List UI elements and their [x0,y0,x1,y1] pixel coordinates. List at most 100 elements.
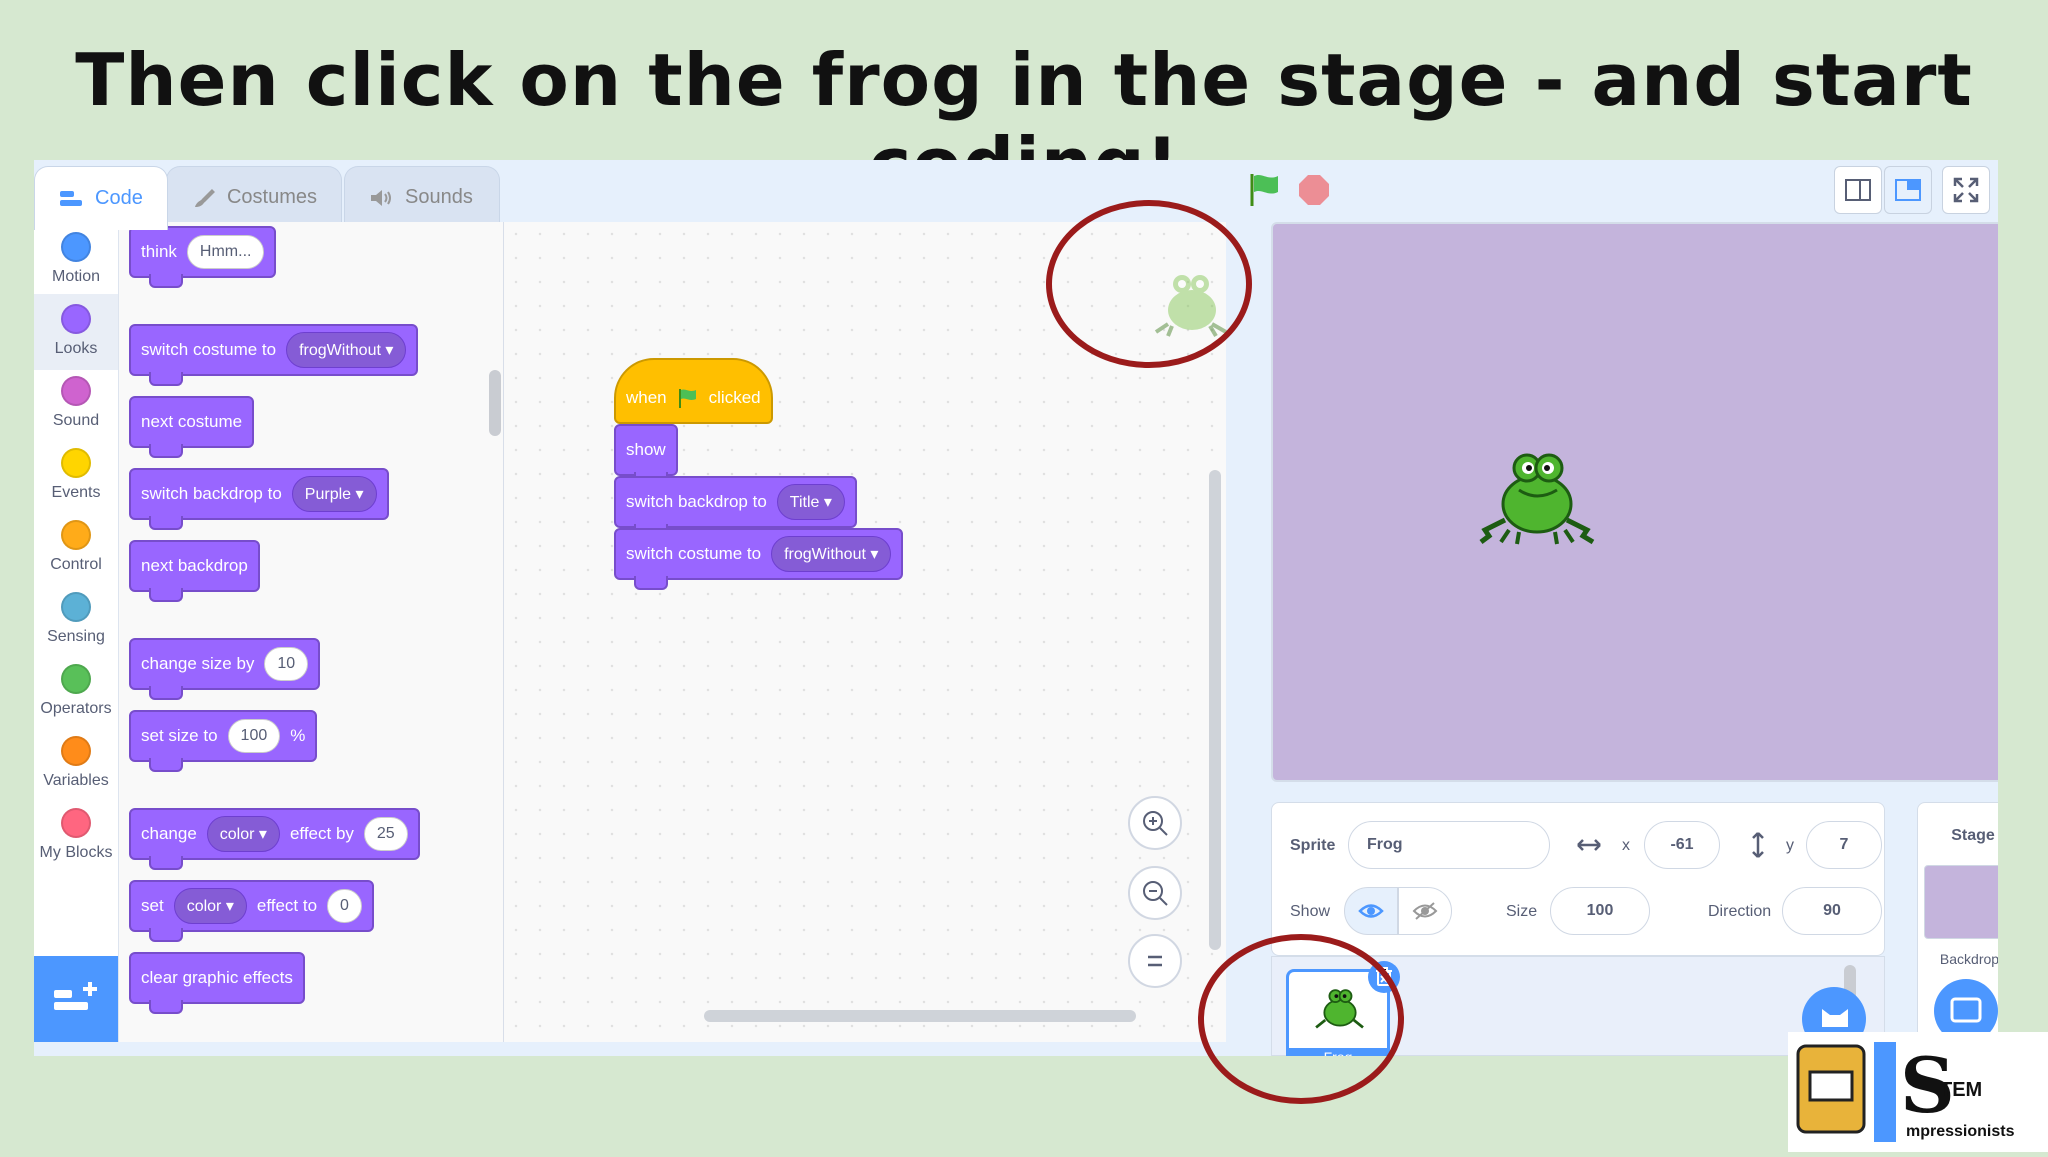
block-switch-costume[interactable]: switch costume to frogWithout [129,324,419,386]
add-extension-button[interactable] [34,956,118,1042]
eye-slash-icon [1412,902,1438,920]
variables-dot-icon [61,736,91,766]
fullscreen-button[interactable] [1942,166,1990,214]
show-visible-button[interactable] [1344,887,1398,935]
frog-sprite-watermark-icon [1154,275,1227,338]
block-set-size[interactable]: set size to 100% [129,710,318,772]
category-my-blocks[interactable]: My Blocks [34,808,118,862]
category-looks[interactable]: Looks [34,294,118,370]
backdrop-dropdown[interactable]: Title [776,484,845,520]
set-effect-input[interactable]: 0 [327,889,362,923]
sound-dot-icon [61,376,91,406]
svg-text:TEM: TEM [1940,1079,1982,1101]
tab-costumes-label: Costumes [226,186,317,208]
stage-pane[interactable]: Stage Backdrops [1917,802,1998,1056]
sprite-info-panel: Sprite Frog x -61 y 7 Show Size 100 Dire… [1271,802,1885,956]
tab-sounds-label: Sounds [405,186,473,208]
block-label: next costume [141,412,243,431]
set-size-input[interactable]: 100 [227,719,281,753]
palette-scrollbar[interactable] [489,370,501,436]
equals-icon [1148,955,1162,967]
zoom-reset-button[interactable] [1128,934,1182,988]
block-think[interactable]: think Hmm... [129,226,277,288]
tab-sounds[interactable]: Sounds [344,166,500,228]
eye-icon [1358,904,1384,918]
category-sound[interactable]: Sound [34,376,118,430]
block-label: effect to [256,896,318,915]
block-switch-backdrop[interactable]: switch backdrop to Purple [129,468,389,530]
script-vertical-scrollbar[interactable] [1209,470,1221,950]
change-effect-input[interactable]: 25 [363,817,408,851]
x-label: x [1622,837,1630,854]
block-set-effect[interactable]: set color effect to 0 [129,880,374,942]
change-size-input[interactable]: 10 [264,647,309,681]
block-show[interactable]: show [614,424,678,486]
frog-sprite[interactable] [1479,446,1595,546]
block-label: switch backdrop to [626,492,767,511]
motion-dot-icon [61,232,91,262]
backdrop-dropdown[interactable]: Purple [291,476,377,512]
category-label: Operators [40,700,112,717]
category-motion[interactable]: Motion [34,232,118,286]
percent-label: % [290,726,306,745]
block-change-effect[interactable]: change color effect by 25 [129,808,420,870]
stage[interactable] [1271,222,1998,782]
block-label: clear graphic effects [141,968,293,987]
block-next-costume[interactable]: next costume [129,396,255,458]
block-when-flag-clicked[interactable]: when clicked [614,358,773,424]
category-sensing[interactable]: Sensing [34,592,118,646]
category-label: Control [50,556,102,573]
block-label: change [141,824,197,843]
control-dot-icon [61,520,91,550]
category-label: Sound [52,412,100,429]
sprite-thumbnail-label: Frog [1289,1048,1387,1056]
normal-stage-button[interactable] [1884,166,1932,214]
direction-field[interactable]: 90 [1782,887,1882,935]
zoom-in-icon [1143,811,1168,836]
size-field[interactable]: 100 [1550,887,1650,935]
block-next-backdrop[interactable]: next backdrop [129,540,260,602]
zoom-out-icon [1143,881,1168,906]
category-label: My Blocks [39,844,113,861]
direction-label: Direction [1708,903,1772,920]
tab-code[interactable]: Code [34,166,168,230]
tab-code-label: Code [95,187,143,209]
zoom-out-button[interactable] [1128,866,1182,920]
script-horizontal-scrollbar[interactable] [704,1010,1136,1022]
green-flag-icon[interactable] [1244,170,1284,210]
category-operators[interactable]: Operators [34,664,118,718]
logo-image: S TEM mpressionists [1796,1041,2015,1142]
script-area[interactable] [504,222,1227,1042]
block-clear-graphic-effects[interactable]: clear graphic effects [129,952,305,1014]
block-switch-backdrop-script[interactable]: switch backdrop to Title [614,476,857,538]
effect-dropdown[interactable]: color [173,888,247,924]
effect-dropdown[interactable]: color [206,816,280,852]
block-label: next backdrop [141,556,248,575]
block-change-size[interactable]: change size by 10 [129,638,321,700]
size-label: Size [1506,903,1538,920]
block-switch-costume-script[interactable]: switch costume to frogWithout [614,528,904,590]
block-label: effect by [289,824,354,843]
costume-dropdown[interactable]: frogWithout [286,332,407,368]
sprite-name-field[interactable]: Frog [1348,821,1550,869]
block-label: switch costume to [141,340,277,359]
show-hidden-button[interactable] [1398,887,1452,935]
category-variables[interactable]: Variables [34,736,118,790]
category-control[interactable]: Control [34,520,118,574]
stop-sign-icon[interactable] [1294,170,1334,210]
show-label: Show [1290,903,1331,920]
zoom-in-button[interactable] [1128,796,1182,850]
tab-costumes[interactable]: Costumes [166,166,342,228]
category-events[interactable]: Events [34,448,118,502]
sprite-label: Sprite [1290,837,1336,854]
y-position-field[interactable]: 7 [1806,821,1882,869]
backdrop-thumbnail[interactable] [1924,865,1998,939]
block-label: clicked [708,388,761,407]
costume-dropdown[interactable]: frogWithout [771,536,892,572]
x-position-field[interactable]: -61 [1644,821,1720,869]
small-stage-button[interactable] [1834,166,1882,214]
trash-icon [1376,967,1392,986]
think-input[interactable]: Hmm... [186,235,265,269]
delete-sprite-button[interactable] [1368,961,1400,993]
green-flag-icon [678,389,696,408]
